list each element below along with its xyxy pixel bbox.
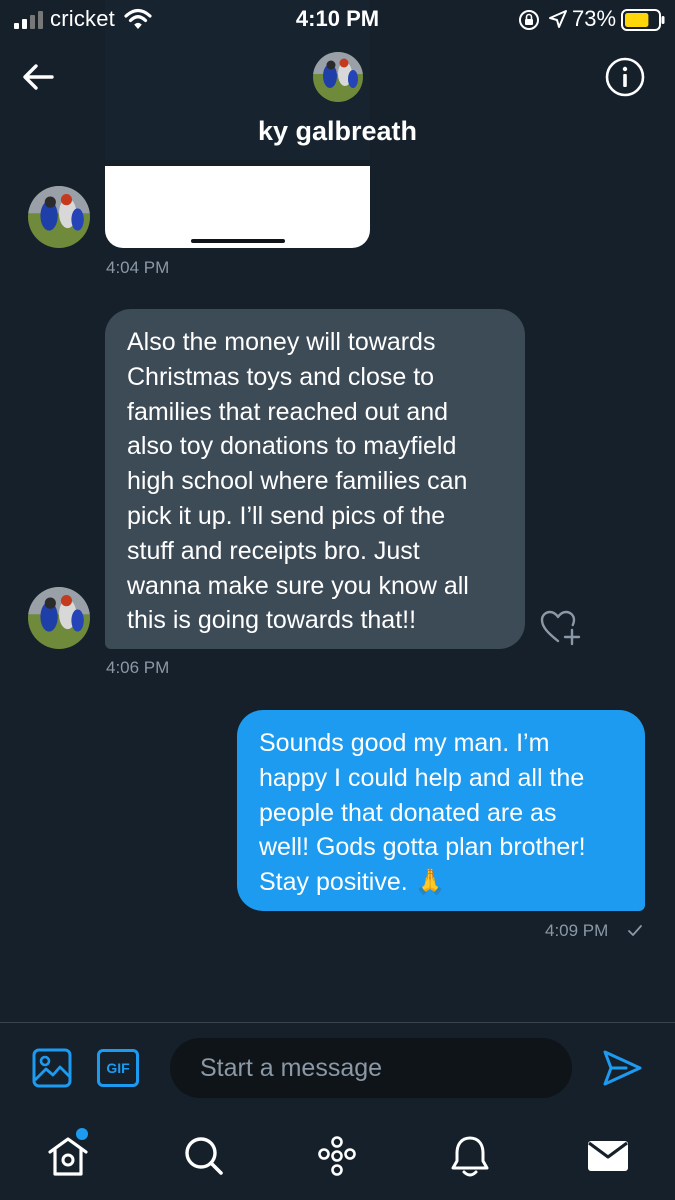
image-icon[interactable] [30, 1046, 74, 1090]
like-reaction-button[interactable] [538, 608, 582, 648]
message-line: stuff and receipts bro. Just [127, 536, 420, 565]
message-line: pick it up. I’ll send pics of the [127, 501, 446, 530]
message-line: also toy donations to mayfield [127, 432, 457, 461]
message-line: wanna make sure you know all [127, 571, 469, 600]
back-button[interactable] [16, 55, 60, 99]
message-line: Stay positive. 🙏 [259, 868, 446, 897]
message-timestamp: 4:06 PM [106, 658, 170, 677]
message-line: people that donated are as [259, 798, 557, 827]
avatar-photo [28, 587, 90, 649]
message-input[interactable] [170, 1038, 572, 1098]
status-bar: cricket 4:10 PM 73% [0, 0, 675, 40]
spaces-icon[interactable] [313, 1132, 361, 1180]
search-icon[interactable] [180, 1132, 228, 1180]
checkmark-icon [628, 925, 642, 936]
message-timestamp: 4:09 PM [545, 921, 609, 940]
sender-avatar[interactable] [28, 186, 90, 248]
avatar-photo [28, 186, 90, 248]
message-line: families that reached out and [127, 397, 449, 426]
message-timestamp: 4:04 PM [106, 258, 170, 277]
incoming-message-bubble[interactable]: Also the money will towards Christmas to… [105, 309, 525, 649]
message-line: Sounds good my man. I’m [259, 729, 550, 757]
avatar-photo [313, 52, 363, 102]
sender-avatar[interactable] [28, 587, 90, 649]
message-line: well! Gods gotta plan brother! [259, 833, 586, 862]
notifications-icon[interactable] [446, 1132, 494, 1180]
message-line: happy I could help and all the [259, 763, 585, 792]
outgoing-message-bubble[interactable]: Sounds good my man. I’m happy I could he… [237, 710, 645, 911]
message-line: Also the money will towards [127, 328, 436, 356]
battery-icon [621, 9, 665, 31]
message-line: this is going towards that!! [127, 606, 417, 635]
home-notification-dot [76, 1128, 88, 1140]
media-handle-bar [191, 239, 285, 243]
location-arrow-icon [549, 10, 567, 28]
message-line: Christmas toys and close to [127, 362, 435, 391]
header-avatar[interactable] [313, 52, 363, 102]
info-button[interactable] [604, 56, 646, 98]
gif-button[interactable]: GIF [97, 1049, 139, 1087]
battery-percent: 73% [572, 6, 617, 31]
media-message[interactable] [105, 166, 370, 248]
messages-icon[interactable] [584, 1132, 632, 1180]
send-icon[interactable] [600, 1046, 644, 1090]
orientation-lock-icon [519, 10, 539, 30]
message-line: high school where families can [127, 467, 468, 496]
contact-name[interactable]: ky galbreath [0, 116, 675, 147]
composer-divider [0, 1022, 675, 1023]
